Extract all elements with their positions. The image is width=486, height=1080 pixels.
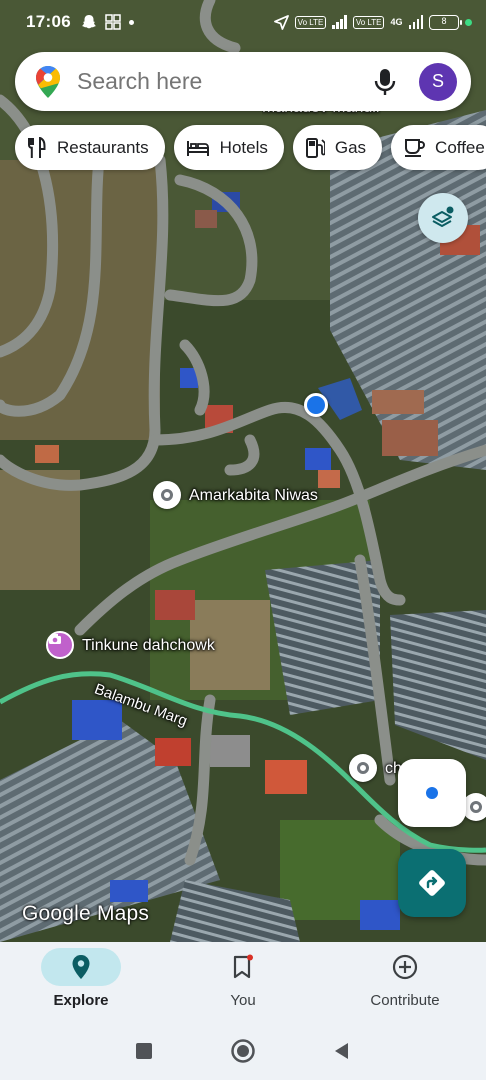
- search-bar[interactable]: S: [15, 52, 471, 111]
- google-maps-watermark: Google Maps: [22, 902, 150, 925]
- place-pin-amarkabita[interactable]: [153, 481, 181, 509]
- signal-bars-icon-1: [332, 15, 347, 29]
- search-input[interactable]: [77, 68, 373, 95]
- layers-button[interactable]: [418, 193, 468, 243]
- my-location-icon: [426, 787, 438, 799]
- status-bar: 17:06 Vo LTE Vo LTE 4G 8: [0, 0, 486, 44]
- label-amarkabita-niwas[interactable]: Amarkabita Niwas: [189, 487, 318, 505]
- camera-pin-icon[interactable]: [46, 631, 74, 659]
- current-location-dot: [304, 393, 328, 417]
- nav-you[interactable]: You: [162, 942, 324, 1022]
- snapchat-icon: [81, 15, 96, 29]
- nav-explore-label: Explore: [53, 992, 109, 1009]
- chip-label: Restaurants: [57, 137, 149, 157]
- recent-apps-icon[interactable]: [134, 1041, 154, 1061]
- nav-explore-pill: [41, 948, 121, 986]
- system-navigation-bar: [0, 1022, 486, 1080]
- volte-badge-2: Vo LTE: [352, 15, 385, 29]
- place-pin-right[interactable]: [349, 754, 377, 782]
- directions-button[interactable]: [398, 849, 466, 917]
- bottom-navigation: Explore You Contribute: [0, 942, 486, 1022]
- more-dot-icon: [128, 19, 134, 25]
- volte-badge-1: Vo LTE: [294, 15, 327, 29]
- network-type: 4G: [390, 17, 403, 27]
- grid-app-icon: [105, 14, 121, 30]
- chip-restaurants[interactable]: Restaurants: [15, 125, 165, 170]
- bookmark-icon: [233, 954, 253, 979]
- chip-gas[interactable]: Gas: [292, 125, 383, 170]
- bed-icon: [186, 140, 209, 156]
- nav-contribute[interactable]: Contribute: [324, 942, 486, 1022]
- battery-icon: 8: [429, 14, 462, 30]
- google-maps-logo-icon: [36, 65, 60, 98]
- label-tinkune-dahchowk[interactable]: Tinkune dahchowk: [82, 637, 215, 655]
- add-circle-icon: [392, 954, 418, 980]
- microphone-icon[interactable]: [373, 67, 397, 97]
- nav-contribute-label: Contribute: [370, 992, 440, 1009]
- signal-bars-icon-2: [408, 15, 423, 29]
- chip-hotels[interactable]: Hotels: [173, 125, 284, 170]
- location-pin-icon: [72, 955, 90, 979]
- chip-label: Gas: [334, 137, 367, 157]
- status-time: 17:06: [26, 12, 71, 31]
- nav-you-label: You: [230, 992, 256, 1009]
- home-icon[interactable]: [230, 1038, 256, 1064]
- fork-knife-icon: [28, 136, 46, 158]
- account-avatar[interactable]: S: [419, 62, 457, 101]
- chip-label: Coffee: [435, 137, 485, 157]
- chip-label: Hotels: [219, 137, 268, 157]
- chip-coffee[interactable]: Coffee: [391, 125, 486, 170]
- category-chips: Restaurants Hotels Gas Coffee: [15, 125, 486, 170]
- privacy-indicator-dot: [465, 18, 472, 26]
- navigation-arrow-icon: [273, 14, 289, 30]
- gas-pump-icon: [305, 137, 325, 158]
- directions-icon: [419, 870, 445, 896]
- back-icon[interactable]: [332, 1041, 352, 1061]
- layers-icon: [432, 206, 454, 227]
- my-location-button[interactable]: [398, 759, 466, 827]
- nav-explore[interactable]: Explore: [0, 942, 162, 1022]
- coffee-icon: [405, 138, 425, 157]
